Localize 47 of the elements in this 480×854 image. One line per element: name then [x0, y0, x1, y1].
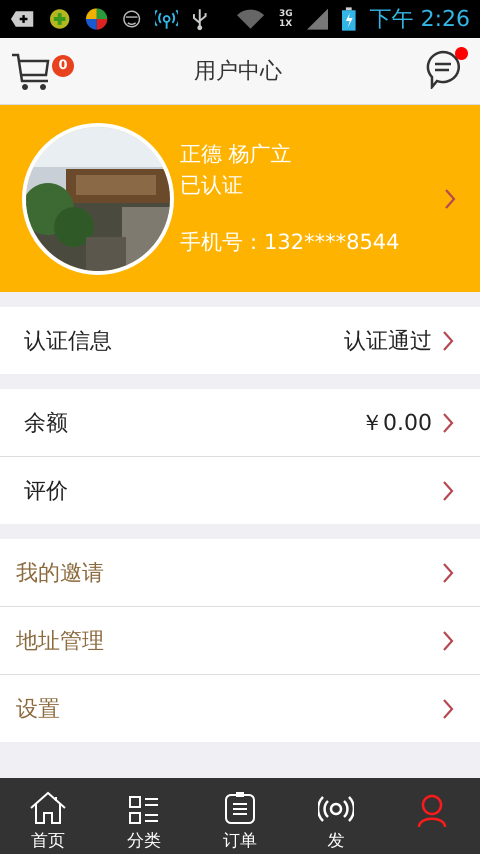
menu-row[interactable]: 评价 [0, 457, 480, 524]
row-label: 地址管理 [16, 628, 105, 656]
tab[interactable]: 发 [288, 778, 384, 854]
plus-circle-icon [49, 8, 71, 30]
chevron-right-icon [442, 330, 454, 352]
smiley-icon [122, 9, 142, 29]
verification-status: 已认证 [180, 172, 244, 199]
cart-count-badge: 0 [52, 55, 74, 77]
battery-icon [342, 7, 356, 31]
chevron-right-icon [442, 562, 454, 584]
chevron-right-icon [442, 698, 454, 720]
add-notification-icon [10, 9, 36, 29]
user-icon [417, 794, 447, 828]
chevron-right-icon [442, 480, 454, 502]
usb-icon [192, 7, 208, 31]
page-title: 用户中心 [194, 58, 282, 86]
row-value: 认证通过 [344, 328, 432, 356]
chevron-right-icon [442, 412, 454, 434]
row-label: 设置 [16, 696, 61, 724]
menu-row[interactable]: 我的邀请 [0, 539, 480, 607]
swirl-icon [84, 7, 108, 31]
row-label: 认证信息 [24, 328, 113, 356]
clipboard-icon [224, 791, 256, 825]
menu-row[interactable]: 余额 ￥0.00 [0, 389, 480, 457]
user-name: 正德 杨广立 [180, 141, 293, 168]
wireless-icon [155, 8, 178, 30]
chevron-right-icon [444, 188, 456, 210]
chevron-right-icon [442, 630, 454, 652]
tab[interactable]: 订单 [192, 778, 288, 854]
menu-row[interactable]: 设置 [0, 675, 480, 742]
menu-row[interactable]: 认证信息 认证通过 [0, 307, 480, 374]
row-label: 余额 [24, 410, 69, 438]
phone-number: 手机号：132****8544 [180, 229, 401, 256]
tab[interactable]: 首页 [0, 778, 96, 854]
clock: 下午 2:26 [370, 6, 470, 34]
house-icon [29, 791, 67, 825]
chat-icon[interactable] [424, 49, 462, 89]
row-value: ￥0.00 [361, 410, 432, 438]
row-label: 我的邀请 [16, 560, 105, 588]
wifi-icon [236, 9, 266, 29]
network-label: 1X [279, 19, 293, 29]
network-label: 3G [279, 9, 293, 19]
tab[interactable]: 分类 [96, 778, 192, 854]
menu-row[interactable]: 地址管理 [0, 607, 480, 675]
list-icon [128, 795, 160, 825]
signal-icon [306, 8, 328, 30]
row-label: 评价 [24, 478, 69, 506]
